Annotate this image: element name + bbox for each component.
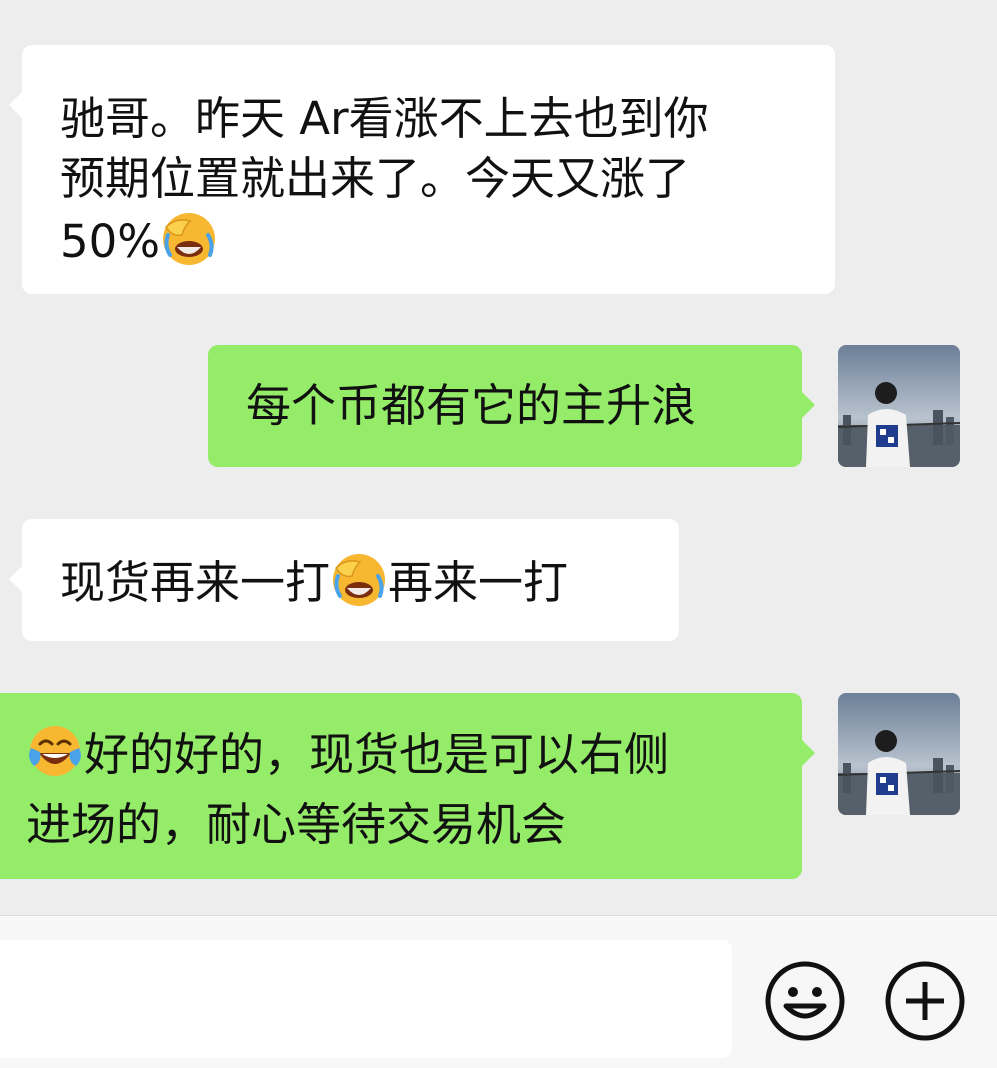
outgoing-message-bubble[interactable]: 每个币都有它的主升浪 bbox=[208, 345, 815, 467]
bubble-tail bbox=[801, 391, 815, 419]
bubble-tail bbox=[9, 565, 23, 593]
bubble-tail bbox=[801, 739, 815, 767]
chat-message-list[interactable]: 驰哥。昨天 Ar看涨不上去也到你 预期位置就出来了。今天又涨了 50% 每个币都… bbox=[0, 0, 997, 915]
facepalm-laughing-emoji-icon bbox=[160, 209, 218, 282]
more-button[interactable] bbox=[884, 960, 966, 1042]
smiley-face-icon bbox=[765, 961, 845, 1041]
message-text: 50% bbox=[60, 215, 161, 268]
facepalm-laughing-emoji-icon bbox=[330, 550, 388, 623]
message-line: 驰哥。昨天 Ar看涨不上去也到你 bbox=[60, 92, 709, 145]
input-bar bbox=[0, 915, 997, 1068]
outgoing-message-bubble[interactable]: 好的好的，现货也是可以右侧 进场的，耐心等待交易机会 bbox=[0, 693, 815, 879]
message-text: 好的好的，现货也是可以右侧 bbox=[84, 728, 670, 781]
plus-circle-icon bbox=[885, 961, 965, 1041]
message-text: 每个币都有它的主升浪 bbox=[246, 379, 697, 432]
message-line: 现货再来一打 再来一打 bbox=[60, 550, 679, 623]
message-line: 进场的，耐心等待交易机会 bbox=[26, 798, 567, 851]
message-input[interactable] bbox=[0, 940, 732, 1058]
bubble-tail bbox=[9, 91, 23, 119]
message-line: 50% bbox=[60, 209, 799, 282]
incoming-message-bubble[interactable]: 现货再来一打 再来一打 bbox=[9, 519, 679, 641]
incoming-message-bubble[interactable]: 驰哥。昨天 Ar看涨不上去也到你 预期位置就出来了。今天又涨了 50% bbox=[9, 45, 835, 294]
user-avatar[interactable] bbox=[838, 693, 960, 815]
emoji-button[interactable] bbox=[764, 960, 846, 1042]
tears-of-joy-emoji-icon bbox=[26, 722, 84, 795]
user-avatar[interactable] bbox=[838, 345, 960, 467]
message-text: 现货再来一打 bbox=[60, 556, 331, 609]
message-text: 再来一打 bbox=[388, 556, 569, 609]
message-line: 好的好的，现货也是可以右侧 bbox=[26, 722, 802, 795]
message-line: 预期位置就出来了。今天又涨了 bbox=[60, 152, 691, 205]
